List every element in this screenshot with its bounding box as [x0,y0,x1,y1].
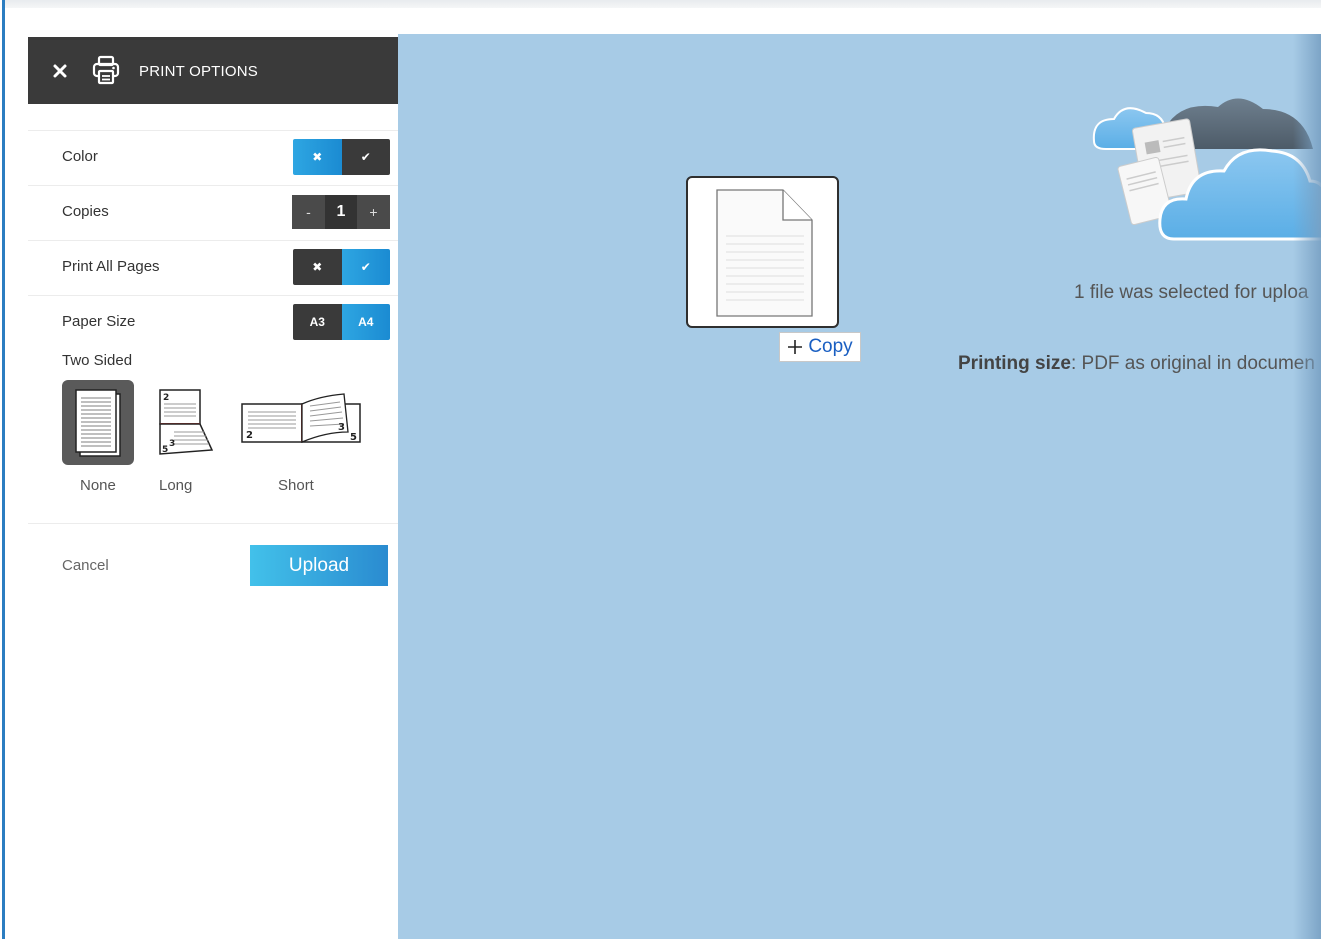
print-all-pages-toggle: ✖ ✔ [293,249,390,285]
copy-drag-indicator: Copy [779,332,861,362]
actions-divider [28,523,398,524]
paper-size-toggle: A3 A4 [293,304,390,340]
two-sided-none-label: None [80,477,116,494]
single-page-stack-icon [75,388,121,457]
paper-size-a4-button[interactable]: A4 [341,304,390,340]
paper-size-label: Paper Size [62,313,136,330]
copies-value[interactable]: 1 [325,195,357,229]
window-left-border [2,0,5,939]
svg-text:3: 3 [169,439,175,449]
print-all-pages-on-button[interactable]: ✔ [341,249,390,285]
copies-stepper: - 1 + [292,195,390,229]
two-sided-label: Two Sided [62,352,133,369]
option-row-copies: Copies - 1 + [28,185,398,240]
document-icon [716,189,813,317]
color-label: Color [62,148,98,165]
two-sided-short-label: Short [278,477,314,494]
svg-text:5: 5 [350,432,357,443]
two-sided-none-thumb [62,380,134,465]
panel-header: PRINT OPTIONS [28,37,398,104]
panel-edge-shadow [1293,34,1321,939]
option-row-color: Color ✖ ✔ [28,130,398,185]
copies-label: Copies [62,203,109,220]
two-sided-short-thumb: 2 3 5 [240,392,364,452]
two-sided-long-thumb: 2 5 3 [154,388,216,460]
option-row-paper-size: Paper Size A3 A4 [28,295,398,350]
svg-text:2: 2 [163,393,169,403]
files-selected-text: 1 file was selected for uploa [1074,282,1309,303]
svg-text:2: 2 [246,430,253,441]
color-off-button[interactable]: ✖ [293,139,342,175]
svg-text:5: 5 [162,445,168,455]
long-edge-flip-icon: 2 5 3 [159,389,214,455]
printing-size-value: : PDF as original in documen [1070,353,1315,374]
file-thumbnail[interactable] [686,176,839,328]
copy-label: Copy [808,336,853,357]
color-toggle: ✖ ✔ [293,139,390,175]
printing-size-label: Printing size [958,353,1071,374]
two-sided-long-option[interactable]: 2 5 3 Long [150,380,220,500]
svg-text:3: 3 [338,422,345,433]
upload-button[interactable]: Upload [250,545,388,586]
cloud-upload-illustration [1092,98,1321,241]
print-all-pages-off-button[interactable]: ✖ [293,249,342,285]
close-icon[interactable] [52,63,68,79]
print-all-pages-label: Print All Pages [62,258,160,275]
plus-icon [788,340,803,354]
two-sided-short-option[interactable]: 2 3 5 Short [236,380,366,500]
color-on-button[interactable]: ✔ [341,139,390,175]
copies-increment-button[interactable]: + [357,195,390,229]
printer-icon [92,55,120,85]
two-sided-none-option[interactable]: None [62,380,134,500]
upload-drop-area[interactable]: Copy 1 file was selected for uploa Print… [398,34,1321,939]
short-edge-flip-icon: 2 3 5 [241,393,361,443]
printing-size-text: Printing size: PDF as original in docume… [958,353,1315,375]
top-strip [5,0,1321,8]
copies-decrement-button[interactable]: - [292,195,325,229]
panel-title: PRINT OPTIONS [139,63,259,80]
paper-size-a3-button[interactable]: A3 [293,304,342,340]
print-options-panel: PRINT OPTIONS Color ✖ ✔ Copies - 1 + Pri… [28,37,398,939]
two-sided-long-label: Long [159,477,193,494]
option-row-print-all-pages: Print All Pages ✖ ✔ [28,240,398,295]
cancel-button[interactable]: Cancel [62,557,109,574]
